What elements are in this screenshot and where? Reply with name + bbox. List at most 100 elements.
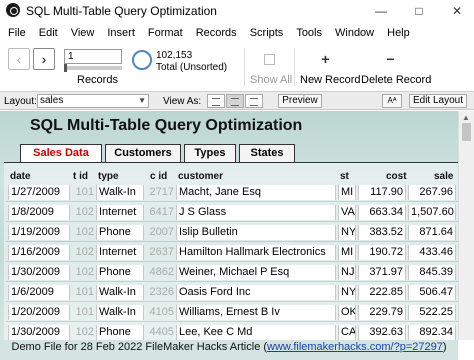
cell-sale[interactable]: 892.34	[408, 325, 456, 340]
table-row[interactable]: 1/16/2009 102 Internet 2637 Hamilton Hallmar…	[6, 242, 458, 262]
cell-type[interactable]: Walk-In	[96, 185, 144, 200]
cell-cid[interactable]: 2007	[146, 225, 174, 240]
show-all-button[interactable]: Show All	[250, 74, 292, 86]
cell-type[interactable]: Internet	[96, 205, 144, 220]
cell-date[interactable]: 1/16/2009	[8, 245, 70, 260]
cell-cid[interactable]: 2326	[146, 285, 174, 300]
layout-select[interactable]: sales ▼	[37, 94, 149, 108]
cell-sale[interactable]: 845.39	[408, 265, 456, 280]
cell-st[interactable]: MI	[338, 185, 356, 200]
cell-cost[interactable]: 229.79	[358, 305, 406, 320]
cell-cost[interactable]: 392.63	[358, 325, 406, 340]
cell-customer[interactable]: Macht, Jane Esq	[176, 185, 336, 200]
cell-customer[interactable]: Hamilton Hallmark Electronics	[176, 245, 336, 260]
cell-cid[interactable]: 4105	[146, 305, 174, 320]
cell-st[interactable]: NJ	[338, 265, 356, 280]
cell-type[interactable]: Internet	[96, 245, 144, 260]
menu-file[interactable]: File	[8, 27, 26, 39]
maximize-button[interactable]: □	[404, 0, 434, 22]
cell-customer[interactable]: Weiner, Michael P Esq	[176, 265, 336, 280]
table-row[interactable]: 1/27/2009 101 Walk-In 2717 Macht, Jane Esq MI…	[6, 182, 458, 202]
preview-button[interactable]: Preview	[278, 94, 322, 108]
cell-cid[interactable]: 6417	[146, 205, 174, 220]
menu-scripts[interactable]: Scripts	[250, 27, 284, 39]
next-record-button[interactable]: ›	[33, 48, 55, 70]
tab-sales-data[interactable]: Sales Data	[20, 144, 102, 163]
cell-customer[interactable]: Oasis Ford Inc	[176, 285, 336, 300]
cell-cost[interactable]: 117.90	[358, 185, 406, 200]
cell-sale[interactable]: 506.47	[408, 285, 456, 300]
menu-edit[interactable]: Edit	[39, 27, 58, 39]
cell-customer[interactable]: J S Glass	[176, 205, 336, 220]
cell-cost[interactable]: 222.85	[358, 285, 406, 300]
cell-st[interactable]: NY	[338, 285, 356, 300]
cell-tid[interactable]: 102	[72, 205, 94, 220]
cell-type[interactable]: Phone	[96, 265, 144, 280]
cell-cost[interactable]: 190.72	[358, 245, 406, 260]
cell-tid[interactable]: 101	[72, 285, 94, 300]
cell-sale[interactable]: 1,507.60	[408, 205, 456, 220]
cell-customer[interactable]: Williams, Ernest B Iv	[176, 305, 336, 320]
menu-format[interactable]: Format	[148, 27, 183, 39]
cell-tid[interactable]: 102	[72, 265, 94, 280]
menu-records[interactable]: Records	[196, 27, 237, 39]
cell-sale[interactable]: 522.25	[408, 305, 456, 320]
cell-st[interactable]: MI	[338, 245, 356, 260]
format-text-button[interactable]: Aᴬ	[382, 94, 402, 108]
cell-st[interactable]: NY	[338, 225, 356, 240]
cell-cost[interactable]: 371.97	[358, 265, 406, 280]
tab-types[interactable]: Types	[184, 144, 236, 162]
menu-help[interactable]: Help	[387, 27, 410, 39]
cell-sale[interactable]: 871.64	[408, 225, 456, 240]
cell-date[interactable]: 1/30/2009	[8, 265, 70, 280]
menu-insert[interactable]: Insert	[107, 27, 135, 39]
close-button[interactable]: ✕	[442, 0, 472, 22]
cell-type[interactable]: Walk-In	[96, 305, 144, 320]
edit-layout-button[interactable]: Edit Layout	[409, 94, 467, 108]
cell-date[interactable]: 1/30/2009	[8, 325, 70, 340]
record-number-input[interactable]: 1	[64, 49, 122, 64]
cell-customer[interactable]: Islip Bulletin	[176, 225, 336, 240]
cell-cid[interactable]: 4405	[146, 325, 174, 340]
cell-cid[interactable]: 2637	[146, 245, 174, 260]
new-record-button[interactable]: New Record	[300, 74, 361, 86]
cell-tid[interactable]: 101	[72, 185, 94, 200]
table-row[interactable]: 1/30/2009 102 Phone 4405 Lee, Kee C Md CA 392.…	[6, 322, 458, 340]
cell-type[interactable]: Phone	[96, 325, 144, 340]
cell-tid[interactable]: 102	[72, 225, 94, 240]
cell-type[interactable]: Phone	[96, 225, 144, 240]
cell-sale[interactable]: 267.96	[408, 185, 456, 200]
table-row[interactable]: 1/30/2009 102 Phone 4862 Weiner, Michael P E…	[6, 262, 458, 282]
cell-date[interactable]: 1/6/2009	[8, 285, 70, 300]
minimize-button[interactable]: —	[366, 0, 396, 22]
cell-cid[interactable]: 4862	[146, 265, 174, 280]
cell-st[interactable]: VA	[338, 205, 356, 220]
table-row[interactable]: 1/19/2009 102 Phone 2007 Islip Bulletin NY 383…	[6, 222, 458, 242]
table-row[interactable]: 1/6/2009 101 Walk-In 2326 Oasis Ford Inc NY 22…	[6, 282, 458, 302]
cell-st[interactable]: OK	[338, 305, 356, 320]
cell-cost[interactable]: 663.34	[358, 205, 406, 220]
cell-customer[interactable]: Lee, Kee C Md	[176, 325, 336, 340]
cell-date[interactable]: 1/27/2009	[8, 185, 70, 200]
scroll-thumb[interactable]	[462, 123, 471, 141]
record-slider[interactable]	[64, 64, 122, 72]
view-as-table-button[interactable]	[245, 94, 263, 108]
cell-tid[interactable]: 102	[72, 245, 94, 260]
menu-view[interactable]: View	[71, 27, 95, 39]
cell-cid[interactable]: 2717	[146, 185, 174, 200]
menu-tools[interactable]: Tools	[296, 27, 322, 39]
vertical-scrollbar[interactable]: ▲	[458, 111, 474, 340]
cell-tid[interactable]: 101	[72, 305, 94, 320]
tab-customers[interactable]: Customers	[105, 144, 181, 162]
previous-record-button[interactable]: ‹	[8, 48, 30, 70]
table-row[interactable]: 1/8/2009 102 Internet 6417 J S Glass VA 663.34…	[6, 202, 458, 222]
cell-tid[interactable]: 102	[72, 325, 94, 340]
cell-cost[interactable]: 383.52	[358, 225, 406, 240]
cell-date[interactable]: 1/8/2009	[8, 205, 70, 220]
table-row[interactable]: 1/20/2009 101 Walk-In 4105 Williams, Ernest …	[6, 302, 458, 322]
footer-link[interactable]: www.filemakerhacks.com/?p=27297	[267, 341, 443, 353]
cell-date[interactable]: 1/19/2009	[8, 225, 70, 240]
cell-type[interactable]: Walk-In	[96, 285, 144, 300]
cell-date[interactable]: 1/20/2009	[8, 305, 70, 320]
menu-window[interactable]: Window	[335, 27, 374, 39]
